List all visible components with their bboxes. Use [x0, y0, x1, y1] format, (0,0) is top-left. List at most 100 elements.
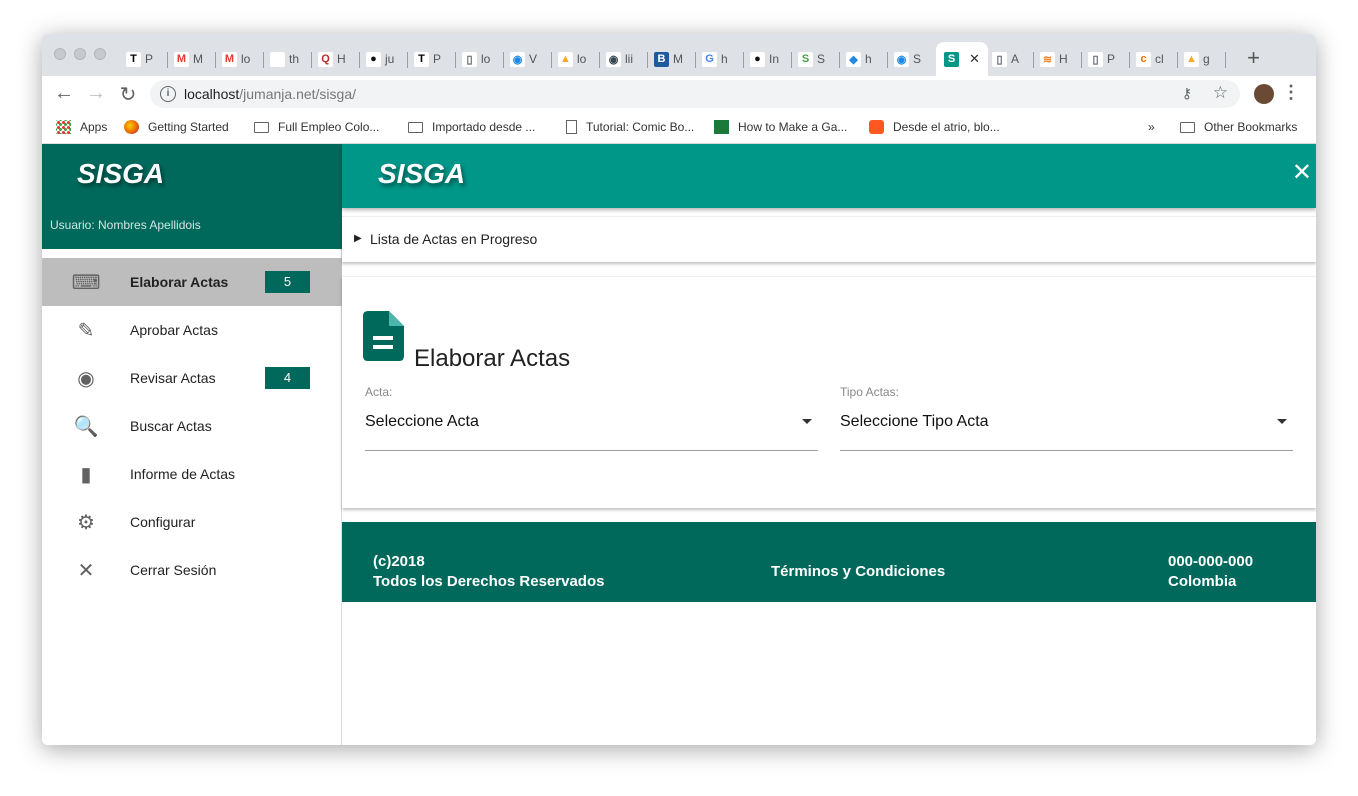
elaborar-card: Elaborar Actas Acta: Seleccione Acta Tip…	[342, 276, 1316, 508]
key-icon[interactable]: ⚷	[1182, 85, 1192, 102]
sidebar-item-aprobar-actas[interactable]: ✎ Aprobar Actas	[42, 306, 342, 354]
bookmark-other[interactable]: Other Bookmarks	[1180, 120, 1297, 134]
browser-tab[interactable]: MM	[174, 46, 203, 72]
terms-link[interactable]: Términos y Condiciones	[771, 562, 945, 582]
bookmarks-overflow-button[interactable]: »	[1148, 120, 1155, 134]
browser-tab[interactable]: TP	[126, 46, 153, 72]
tipo-acta-select[interactable]: Seleccione Tipo Acta	[840, 413, 1293, 451]
browser-tab[interactable]: ◆ h	[846, 46, 872, 72]
bar-chart-icon: ▮	[80, 463, 92, 486]
browser-tab[interactable]: SS	[798, 46, 825, 72]
sidebar-header: SISGA Usuario: Nombres Apellidois	[42, 144, 342, 249]
tab-favicon-icon: c	[1136, 51, 1151, 67]
main-header: SISGA ✕	[342, 144, 1316, 208]
browser-tab[interactable]: th	[270, 46, 299, 72]
bookmark-importado[interactable]: Importado desde ...	[408, 120, 535, 134]
browser-tab[interactable]: ▲ lo	[558, 46, 586, 72]
tab-favicon-icon: S	[944, 51, 959, 67]
sidebar-item-label: Aprobar Actas	[130, 322, 218, 338]
bookmark-how-to[interactable]: How to Make a Ga...	[714, 120, 847, 134]
tab-close-icon[interactable]: ✕	[969, 51, 980, 67]
browser-tab[interactable]: ▲ g	[1184, 46, 1210, 72]
window-close-button[interactable]	[54, 48, 66, 60]
sidebar-item-informe-de-actas[interactable]: ▮ Informe de Actas	[42, 450, 342, 498]
tipo-acta-label: Tipo Actas:	[840, 385, 899, 399]
url-text[interactable]: localhost/jumanja.net/sisga/	[184, 86, 356, 102]
browser-tab[interactable]: ◉ S	[894, 46, 921, 72]
acta-select[interactable]: Seleccione Acta	[365, 413, 818, 451]
tab-title: h	[865, 52, 872, 66]
tab-title: lo	[577, 52, 587, 66]
browser-tab[interactable]: ▯ lo	[462, 46, 490, 72]
tab-favicon-icon	[270, 51, 285, 67]
forward-button[interactable]: →	[84, 82, 108, 105]
tab-separator	[1033, 52, 1034, 68]
tab-favicon-icon: ●	[750, 51, 765, 67]
tab-title: H	[1059, 52, 1068, 66]
back-button[interactable]: ←	[52, 82, 76, 105]
eye-icon: ◉	[77, 367, 95, 390]
sidebar-item-cerrar-sesi-n[interactable]: ✕ Cerrar Sesión	[42, 546, 342, 594]
bookmark-full-empleo[interactable]: Full Empleo Colo...	[254, 120, 379, 134]
tab-title: h	[721, 52, 728, 66]
star-icon[interactable]: ☆	[1213, 83, 1228, 103]
footer-copyright: (c)2018 Todos los Derechos Reservados	[373, 552, 604, 592]
tab-title: cl	[1155, 52, 1164, 66]
tab-favicon-icon: ≋	[1040, 51, 1055, 67]
sidebar-item-label: Revisar Actas	[130, 370, 216, 386]
footer-contact: 000-000-000 Colombia	[1168, 552, 1253, 592]
profile-avatar[interactable]	[1254, 84, 1274, 104]
bookmark-desde-atrio[interactable]: Desde el atrio, blo...	[869, 120, 1000, 134]
browser-tab[interactable]: ▯ P	[1088, 46, 1115, 72]
browser-tab[interactable]: ▯ A	[992, 46, 1019, 72]
document-icon	[363, 311, 404, 361]
copyright-text: Todos los Derechos Reservados	[373, 573, 605, 590]
bookmark-getting-started[interactable]: Getting Started	[124, 120, 229, 134]
reload-button[interactable]: ↻	[116, 82, 140, 107]
sidebar-item-label: Informe de Actas	[130, 466, 236, 482]
browser-tab[interactable]: ≋ H	[1040, 46, 1068, 72]
browser-tab[interactable]: ● ju	[366, 46, 394, 72]
tab-separator	[359, 52, 360, 68]
address-bar[interactable]: i localhost/jumanja.net/sisga/ ⚷ ☆	[150, 80, 1240, 108]
tab-separator	[839, 52, 840, 68]
close-icon[interactable]: ✕	[1292, 158, 1312, 187]
tab-favicon-icon: B	[654, 51, 669, 67]
window-minimize-button[interactable]	[74, 48, 86, 60]
tab-separator	[503, 52, 504, 68]
country: Colombia	[1168, 573, 1237, 590]
bookmark-label: Full Empleo Colo...	[278, 120, 380, 134]
menu-icon[interactable]: ⋮	[1282, 82, 1300, 103]
bookmark-apps[interactable]: Apps	[56, 120, 107, 134]
browser-tab[interactable]: BM	[654, 46, 683, 72]
browser-window: T P M M Mlo th Q H ● ju T P ▯ lo ◉ V ▲ lo ◉ lii B M Gh ● In S S ◆ h ◉…	[42, 34, 1316, 745]
browser-tab[interactable]: c cl	[1136, 46, 1164, 72]
bookmark-tutorial[interactable]: Tutorial: Comic Bo...	[566, 120, 694, 134]
tab-favicon-icon: T	[126, 51, 141, 67]
sidebar-item-buscar-actas[interactable]: 🔍 Buscar Actas	[42, 402, 342, 450]
browser-tab[interactable]: ● In	[750, 46, 779, 72]
tab-title: S	[817, 52, 826, 66]
tab-favicon-icon: Q	[318, 51, 333, 67]
sidebar-item-configurar[interactable]: ⚙ Configurar	[42, 498, 342, 546]
sidebar-item-elaborar-actas[interactable]: ⌨ Elaborar Actas 5	[42, 258, 342, 306]
browser-tab[interactable]: QH	[318, 46, 346, 72]
progress-list-toggle[interactable]: ▶ Lista de Actas en Progreso	[342, 216, 1316, 262]
browser-tab[interactable]: S ✕	[936, 42, 988, 76]
sidebar-item-revisar-actas[interactable]: ◉ Revisar Actas 4	[42, 354, 342, 402]
bookmark-label: Getting Started	[148, 120, 229, 134]
new-tab-button[interactable]: +	[1247, 45, 1260, 71]
footer: (c)2018 Todos los Derechos Reservados Té…	[342, 522, 1316, 602]
sidebar: SISGA Usuario: Nombres Apellidois ⌨ Elabo…	[42, 144, 342, 745]
window-maximize-button[interactable]	[94, 48, 106, 60]
tab-separator	[455, 52, 456, 68]
browser-tab[interactable]: ◉ lii	[606, 46, 633, 72]
browser-tab[interactable]: Gh	[702, 46, 728, 72]
info-icon[interactable]: i	[160, 86, 176, 102]
bookmark-label: Apps	[80, 120, 108, 134]
browser-tab[interactable]: TP	[414, 46, 441, 72]
folder-icon	[1180, 121, 1195, 133]
tab-title: A	[1011, 52, 1020, 66]
browser-tab[interactable]: ◉ V	[510, 46, 537, 72]
browser-tab[interactable]: Mlo	[222, 46, 250, 72]
